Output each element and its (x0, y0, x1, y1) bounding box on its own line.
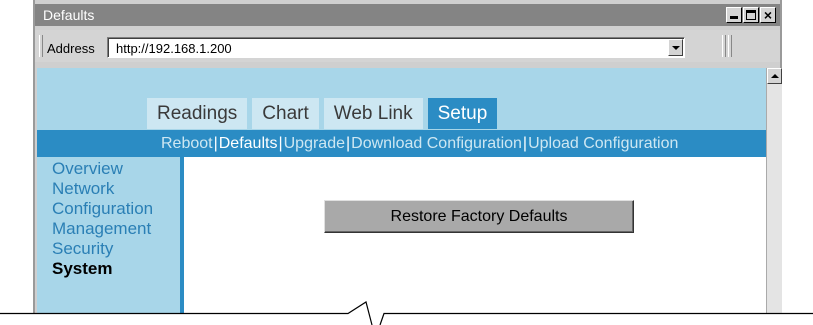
subnav-link-download-configuration[interactable]: Download Configuration (351, 135, 522, 152)
close-icon: × (763, 7, 773, 23)
subnav-link-reboot[interactable]: Reboot (161, 135, 213, 152)
toolbar-grip-right-2[interactable] (728, 35, 732, 57)
window-controls: × (726, 7, 776, 23)
tab-readings[interactable]: Readings (147, 98, 248, 129)
close-button[interactable]: × (760, 7, 776, 23)
page-content: Readings Chart Web Link Setup Reboot|Defaul… (37, 68, 766, 325)
subnav-link-defaults[interactable]: Defaults (219, 135, 278, 152)
sub-navigation: Reboot|Defaults|Upgrade|Download Configu… (37, 130, 766, 157)
address-label: Address (47, 41, 95, 56)
window-title: Defaults (43, 7, 95, 23)
sidebar-item-configuration[interactable]: Configuration (52, 199, 153, 219)
address-dropdown-button[interactable] (668, 39, 683, 56)
restore-factory-defaults-button[interactable]: Restore Factory Defaults (324, 200, 634, 233)
sidebar-item-overview[interactable]: Overview (52, 159, 123, 179)
address-url: http://192.168.1.200 (116, 41, 232, 56)
vertical-scrollbar[interactable] (766, 68, 782, 325)
maximize-button[interactable] (743, 7, 759, 23)
tab-setup[interactable]: Setup (427, 98, 498, 129)
toolbar-grip-right[interactable] (722, 35, 726, 57)
address-input[interactable]: http://192.168.1.200 (107, 37, 685, 58)
sidebar: Overview Network Configuration Management Se… (37, 157, 184, 325)
address-bar: Address http://192.168.1.200 (35, 30, 780, 62)
scroll-up-arrow-icon[interactable] (767, 68, 782, 84)
header-band: Readings Chart Web Link Setup (37, 68, 766, 130)
title-bar[interactable]: Defaults × (35, 4, 780, 26)
minimize-button[interactable] (726, 7, 742, 23)
sidebar-item-security[interactable]: Security (52, 239, 113, 259)
tab-web-link[interactable]: Web Link (323, 98, 423, 129)
browser-window: Defaults × Address http://192.168.1.200 … (33, 0, 782, 325)
minimize-icon (727, 8, 741, 22)
toolbar-grip[interactable] (39, 35, 43, 57)
subnav-link-upload-configuration[interactable]: Upload Configuration (528, 135, 678, 152)
sidebar-item-system[interactable]: System (52, 259, 112, 279)
sidebar-item-network[interactable]: Network (52, 179, 114, 199)
subnav-link-upgrade[interactable]: Upgrade (284, 135, 345, 152)
sidebar-item-management[interactable]: Management (52, 219, 151, 239)
maximize-icon (744, 8, 758, 22)
tab-bar: Readings Chart Web Link Setup (147, 98, 498, 129)
tab-chart[interactable]: Chart (252, 98, 319, 129)
